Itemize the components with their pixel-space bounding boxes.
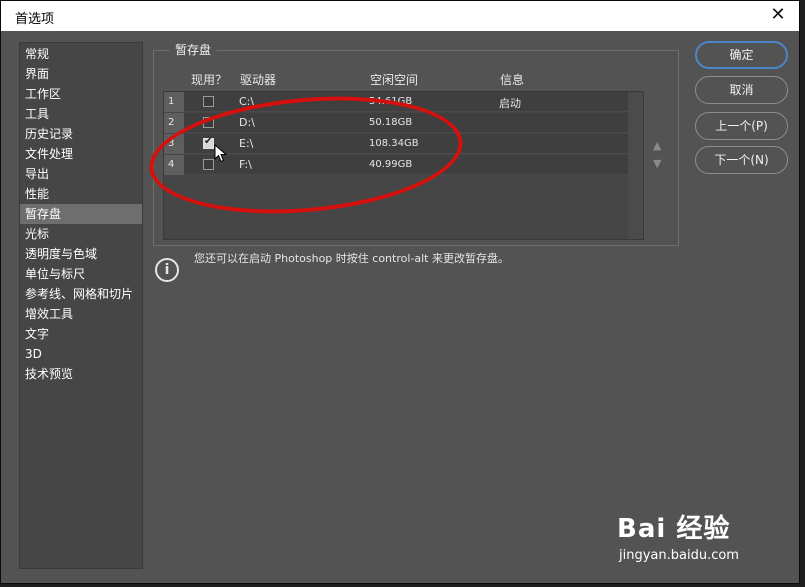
row-number: 2 [164,113,184,133]
sidebar-item[interactable]: 工作区 [20,84,142,104]
preferences-sidebar: 常规 界面 工作区 工具 历史记录 文件处理 导出 性能 暂存盘 光标 透明度与色域 单位与标尺 参考线… [19,42,143,569]
drive-info: 启动 [499,97,521,110]
sidebar-item[interactable]: 技术预览 [20,364,142,384]
drive-label: F:\ [239,158,252,171]
drive-label: D:\ [239,116,255,129]
scratch-disk-table: 1 C:\ 54.61GB 启动 2 D:\ 50.18GB 3 E:\ 108.34GB 4 F:\… [163,91,644,240]
active-checkbox[interactable] [203,159,214,170]
drive-label: C:\ [239,95,255,108]
info-icon: i [155,258,179,282]
sidebar-item[interactable]: 性能 [20,184,142,204]
cancel-button[interactable]: 取消 [695,76,788,104]
column-header-active: 现用？ [191,73,228,87]
active-checkbox[interactable] [203,96,214,107]
sidebar-item[interactable]: 参考线、网格和切片 [20,284,142,304]
sidebar-item[interactable]: 导出 [20,164,142,184]
table-row[interactable]: 1 C:\ 54.61GB 启动 [164,92,628,112]
sidebar-item[interactable]: 常规 [20,44,142,64]
free-space-value: 50.18GB [369,117,413,128]
dialog-title: 首选项 [15,12,55,27]
baidu-watermark: Bai 经验 jingyan.baidu.com [617,500,762,570]
table-row[interactable]: 4 F:\ 40.99GB [164,155,628,175]
sidebar-item[interactable]: 暂存盘 [20,204,142,224]
sidebar-item[interactable]: 界面 [20,64,142,84]
table-row[interactable]: 2 D:\ 50.18GB [164,113,628,133]
row-number: 4 [164,155,184,175]
close-icon[interactable]: ✕ [767,4,789,26]
watermark-url: jingyan.baidu.com [619,548,739,563]
mouse-cursor-icon [214,144,228,163]
table-scrollbar[interactable] [628,92,643,239]
previous-button[interactable]: 上一个(P) [695,112,788,140]
next-button[interactable]: 下一个(N) [695,146,788,174]
sidebar-item[interactable]: 透明度与色域 [20,244,142,264]
sidebar-item[interactable]: 单位与标尺 [20,264,142,284]
watermark-brand: Bai 经验 [617,514,731,544]
row-number: 3 [164,134,184,154]
move-up-icon[interactable]: ▲ [653,139,661,152]
free-space-value: 40.99GB [369,159,413,170]
sidebar-item[interactable]: 历史记录 [20,124,142,144]
active-checkbox[interactable] [203,117,214,128]
sidebar-item[interactable]: 增效工具 [20,304,142,324]
move-down-icon[interactable]: ▼ [653,157,661,170]
sidebar-item[interactable]: 光标 [20,224,142,244]
free-space-value: 108.34GB [369,138,419,149]
scratch-disk-notice: 您还可以在启动 Photoshop 时按住 control-alt 来更改暂存盘… [194,252,509,265]
title-bar: 首选项 ✕ [1,1,799,31]
sidebar-item[interactable]: 文字 [20,324,142,344]
active-checkbox[interactable] [203,136,214,149]
column-header-free-space: 空闲空间 [370,73,419,87]
column-header-drive: 驱动器 [240,73,277,87]
column-header-info: 信息 [500,73,525,87]
ok-button[interactable]: 确定 [695,41,788,69]
sidebar-item[interactable]: 3D [20,344,142,364]
sidebar-item[interactable]: 文件处理 [20,144,142,164]
row-number: 1 [164,92,184,112]
free-space-value: 54.61GB [369,96,413,107]
drive-label: E:\ [239,137,254,150]
sidebar-item[interactable]: 工具 [20,104,142,124]
preferences-dialog: 首选项 ✕ 常规 界面 工作区 工具 历史记录 文件处理 导出 性能 暂存盘 光标 透明度与色域 单位… [0,0,800,584]
table-row[interactable]: 3 E:\ 108.34GB [164,134,628,154]
scratch-disk-legend: 暂存盘 [169,41,218,58]
